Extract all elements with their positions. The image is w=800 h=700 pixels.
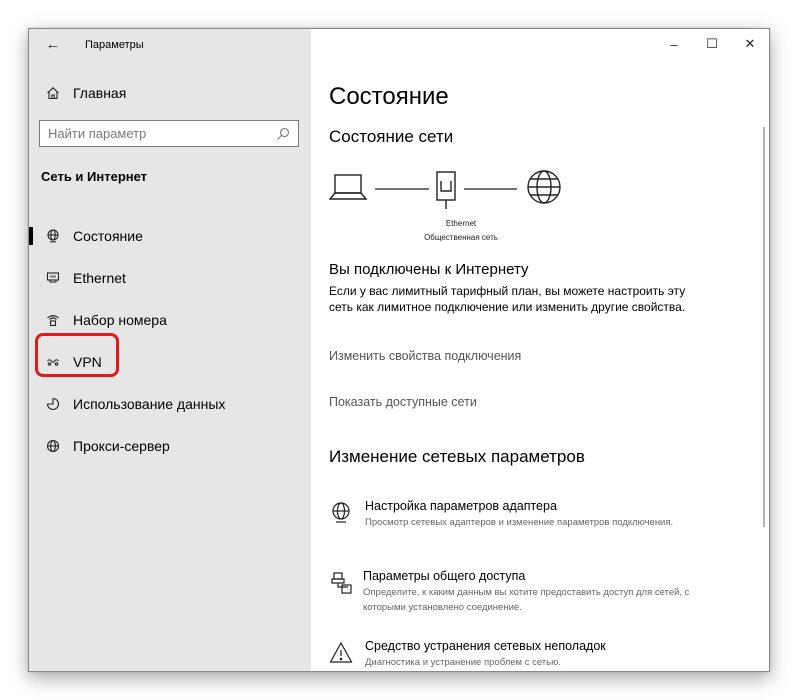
option-description: Определите, к каким данным вы хотите пре… [363, 587, 690, 613]
option-description: Просмотр сетевых адаптеров и изменение п… [365, 517, 674, 528]
show-available-networks-link[interactable]: Показать доступные сети [329, 395, 477, 409]
globe-network-icon [41, 229, 65, 243]
settings-window: ← Параметры Главная Сеть и Интернет [28, 28, 770, 672]
data-usage-icon [41, 397, 65, 411]
option-body: Настройка параметров адаптера Просмотр с… [365, 499, 673, 530]
globe-icon [41, 439, 65, 453]
page-title: Состояние [329, 83, 449, 110]
adapter-icon [329, 501, 355, 530]
sidebar-item-label: Набор номера [73, 312, 167, 328]
internet-globe-icon [527, 170, 561, 204]
option-title: Параметры общего доступа [363, 569, 526, 583]
close-button[interactable]: ✕ [731, 29, 769, 59]
sidebar-item-vpn[interactable]: VPN [29, 341, 311, 383]
ethernet-icon [41, 271, 65, 285]
sidebar-item-label: Главная [73, 85, 127, 101]
option-description: Диагностика и устранение проблем с сетью… [365, 657, 561, 668]
window-title: Параметры [85, 39, 144, 51]
change-settings-heading: Изменение сетевых параметров [329, 447, 585, 466]
vpn-icon [41, 355, 65, 369]
sidebar-item-data-usage[interactable]: Использование данных [29, 383, 311, 425]
connection-status-title: Вы подключены к Интернету [329, 261, 529, 278]
search-input[interactable] [48, 126, 276, 141]
sidebar: ← Параметры Главная Сеть и Интернет [29, 29, 311, 671]
dialup-icon [41, 313, 65, 327]
warning-icon [329, 641, 355, 670]
connection-status-text: Если у вас лимитный тарифный план, вы мо… [329, 284, 686, 314]
sidebar-item-ethernet[interactable]: Ethernet [29, 257, 311, 299]
sharing-icon [329, 571, 353, 615]
home-icon [41, 86, 65, 100]
option-title: Настройка параметров адаптера [365, 499, 557, 513]
adapter-name: Ethernet [445, 219, 477, 228]
option-title: Средство устранения сетевых неполадок [365, 639, 606, 653]
scrollbar[interactable] [763, 127, 765, 527]
back-arrow-icon[interactable]: ← [41, 35, 65, 55]
sidebar-item-proxy[interactable]: Прокси-сервер [29, 425, 311, 467]
sidebar-item-status[interactable]: Состояние [29, 215, 311, 257]
option-body: Средство устранения сетевых неполадок Ди… [365, 639, 606, 670]
sidebar-item-label: Ethernet [73, 270, 126, 286]
sidebar-nav: Состояние Ethernet Набор номера VPN Испо… [29, 215, 311, 467]
maximize-button[interactable]: ☐ [693, 29, 731, 59]
sidebar-item-home[interactable]: Главная [41, 81, 126, 105]
sidebar-item-label: VPN [73, 354, 102, 370]
minimize-button[interactable]: – [655, 29, 693, 59]
ethernet-port-icon [436, 171, 456, 209]
adapter-options-item[interactable]: Настройка параметров адаптера Просмотр с… [329, 499, 729, 530]
option-body: Параметры общего доступа Определите, к к… [363, 569, 729, 615]
network-type: Общественная сеть [424, 233, 498, 242]
search-icon[interactable] [276, 127, 290, 141]
sharing-options-item[interactable]: Параметры общего доступа Определите, к к… [329, 569, 729, 615]
sidebar-item-dialup[interactable]: Набор номера [29, 299, 311, 341]
change-connection-properties-link[interactable]: Изменить свойства подключения [329, 349, 521, 363]
search-field[interactable] [39, 120, 299, 147]
sidebar-item-label: Прокси-сервер [73, 438, 170, 454]
network-status-heading: Состояние сети [329, 127, 454, 146]
window-controls: – ☐ ✕ [655, 29, 769, 59]
sidebar-item-label: Использование данных [73, 396, 226, 412]
sidebar-item-label: Состояние [73, 228, 143, 244]
troubleshooter-item[interactable]: Средство устранения сетевых неполадок Ди… [329, 639, 729, 670]
laptop-icon [329, 174, 368, 200]
section-title: Сеть и Интернет [41, 169, 148, 184]
main-content: – ☐ ✕ Состояние Состояние сети Ethernet … [311, 29, 769, 671]
